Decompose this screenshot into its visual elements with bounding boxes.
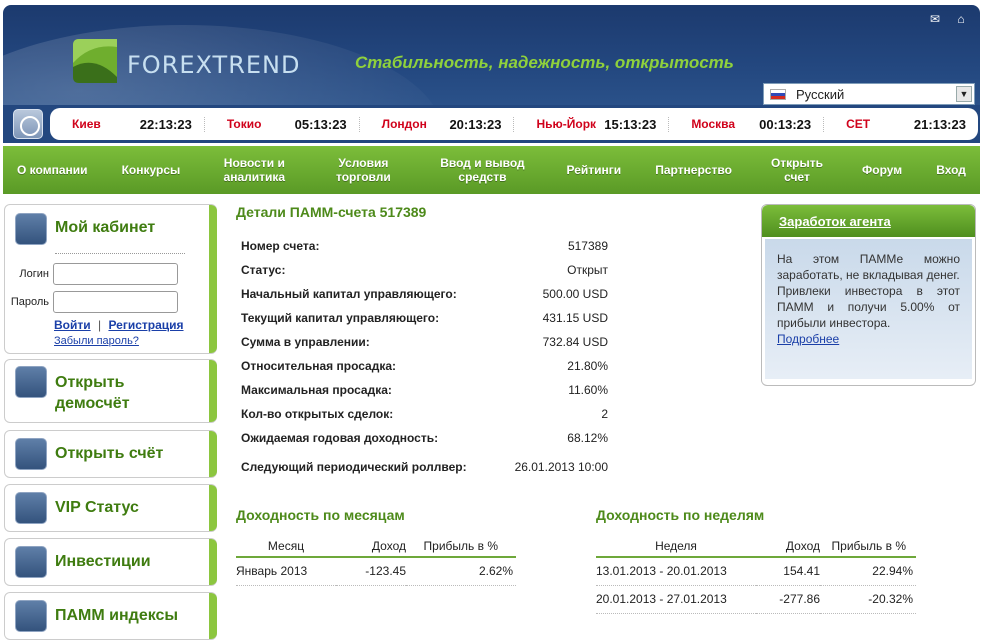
table-row: Кол-во открытых сделок: 2 [241, 407, 608, 421]
password-row: Пароль [5, 291, 178, 313]
auth-links: Войти | Регистрация [54, 318, 184, 332]
nav-trading-conditions[interactable]: Условия торговли [328, 156, 398, 184]
piggy-bank-icon [15, 366, 47, 398]
login-row: Логин [5, 263, 178, 285]
main-nav: О компании Конкурсы Новости и аналитика … [3, 146, 980, 194]
home-icon[interactable]: ⌂ [954, 13, 968, 25]
sidebar-item-pamm-indexes[interactable]: ПАММ индексы [4, 592, 217, 640]
language-select[interactable]: Русский ▼ [763, 83, 975, 105]
nav-about[interactable]: О компании [17, 163, 88, 177]
table-header: Месяц Доход Прибыль в % [236, 535, 516, 558]
password-label: Пароль [10, 296, 49, 308]
vip-icon [15, 492, 47, 524]
agent-text-2: Привлеки инвестора в этот ПАММ и получи … [777, 284, 960, 330]
site-header: FOREXTREND Стабильность, надежность, отк… [3, 5, 980, 105]
language-selected: Русский [796, 86, 845, 102]
table-row: Относительная просадка: 21.80% [241, 359, 608, 373]
clock-icon [13, 109, 43, 139]
briefcase-icon [15, 600, 47, 632]
cabinet-title: Мой кабинет [55, 219, 156, 236]
nav-deposit-withdraw[interactable]: Ввод и вывод средств [432, 156, 532, 184]
sidebar-item-label: Открыть демосчёт [55, 374, 130, 412]
agent-box-header: Заработок агента [762, 205, 975, 237]
logo-icon[interactable] [71, 37, 119, 85]
nav-news[interactable]: Новости и аналитика [214, 156, 294, 184]
table-row: Номер счета: 517389 [241, 239, 608, 253]
dropdown-arrow-icon[interactable]: ▼ [956, 86, 972, 102]
more-link[interactable]: Подробнее [777, 332, 839, 346]
forgot-password-link[interactable]: Забыли пароль? [54, 335, 139, 347]
page-title: Детали ПАММ-счета 517389 [236, 204, 427, 220]
table-header: Неделя Доход Прибыль в % [596, 535, 916, 558]
top-icons: ✉ ⌂ [928, 13, 968, 25]
agent-text-1: На этом ПАММе можно заработать, не вклад… [777, 252, 960, 282]
world-clock-bar: Киев 22:13:23 Токио 05:13:23 Лондон 20:13:2… [3, 105, 980, 143]
details-table: Номер счета: 517389 Статус: Открыт Начальн… [241, 234, 608, 484]
sidebar-item-label: ПАММ индексы [55, 607, 179, 624]
my-cabinet-panel: Мой кабинет Логин Пароль Войти | Регистр… [4, 204, 217, 354]
login-input[interactable] [53, 263, 178, 285]
nav-login[interactable]: Вход [936, 163, 966, 177]
nav-open-account[interactable]: Открыть счет [766, 156, 828, 184]
table-row: 13.01.2013 - 20.01.2013 154.41 22.94% [596, 557, 916, 586]
clock-kiev: Киев 22:13:23 [50, 116, 205, 132]
table-row: Текущий капитал управляющего: 431.15 USD [241, 311, 608, 325]
divider [55, 253, 185, 254]
clock-moscow: Москва 00:13:23 [669, 116, 825, 132]
clock-london: Лондон 20:13:23 [360, 116, 515, 132]
logo-text[interactable]: FOREXTREND [127, 51, 301, 79]
sidebar-item-demo-account[interactable]: Открыть демосчёт [4, 359, 217, 423]
mail-icon[interactable]: ✉ [928, 13, 942, 25]
table-row: Максимальная просадка: 11.60% [241, 383, 608, 397]
table-row: Ожидаемая годовая доходность: 68.12% [241, 431, 608, 445]
link-separator: | [97, 318, 102, 332]
clock-cet: CET 21:13:23 [846, 116, 966, 132]
details-section: Детали ПАММ-счета 517389 [236, 204, 426, 220]
sidebar-item-vip[interactable]: VIP Статус [4, 484, 217, 532]
register-link[interactable]: Регистрация [108, 318, 183, 332]
table-row: Статус: Открыт [241, 263, 608, 277]
world-clock: Киев 22:13:23 Токио 05:13:23 Лондон 20:13:2… [50, 108, 978, 140]
agent-box-body: На этом ПАММе можно заработать, не вклад… [765, 239, 972, 379]
password-input[interactable] [53, 291, 178, 313]
sidebar-item-investments[interactable]: Инвестиции [4, 538, 217, 586]
sidebar-item-label: Открыть счёт [55, 445, 164, 462]
monthly-table: Месяц Доход Прибыль в % Январь 2013 -123… [236, 535, 516, 586]
slogan: Стабильность, надежность, открытость [355, 53, 734, 72]
monthly-title: Доходность по месяцам [236, 507, 405, 523]
weekly-table: Неделя Доход Прибыль в % 13.01.2013 - 20… [596, 535, 916, 614]
nav-partnership[interactable]: Партнерство [655, 163, 732, 177]
briefcase-icon [15, 546, 47, 578]
russia-flag-icon [770, 88, 786, 100]
sidebar-item-label: VIP Статус [55, 499, 139, 516]
nav-forum[interactable]: Форум [862, 163, 902, 177]
nav-ratings[interactable]: Рейтинги [567, 163, 622, 177]
table-row: Январь 2013 -123.45 2.62% [236, 557, 516, 586]
safe-icon [15, 438, 47, 470]
key-icon [15, 213, 47, 245]
table-row: Начальный капитал управляющего: 500.00 US… [241, 287, 608, 301]
nav-contests[interactable]: Конкурсы [122, 163, 181, 177]
clock-new-york: Нью-Йорк 15:13:23 [514, 116, 670, 132]
agent-earnings-box: Заработок агента На этом ПАММе можно зар… [761, 204, 976, 386]
table-row: Сумма в управлении: 732.84 USD [241, 335, 608, 349]
weekly-title: Доходность по неделям [596, 507, 765, 523]
login-link[interactable]: Войти [54, 318, 91, 332]
table-row: Следующий периодический роллвер: 26.01.20… [241, 460, 608, 474]
sidebar-item-open-account[interactable]: Открыть счёт [4, 430, 217, 478]
agent-earnings-link[interactable]: Заработок агента [779, 214, 891, 229]
sidebar-item-label: Инвестиции [55, 553, 151, 570]
login-label: Логин [19, 268, 49, 280]
clock-tokyo: Токио 05:13:23 [205, 116, 360, 132]
table-row: 20.01.2013 - 27.01.2013 -277.86 -20.32% [596, 585, 916, 614]
